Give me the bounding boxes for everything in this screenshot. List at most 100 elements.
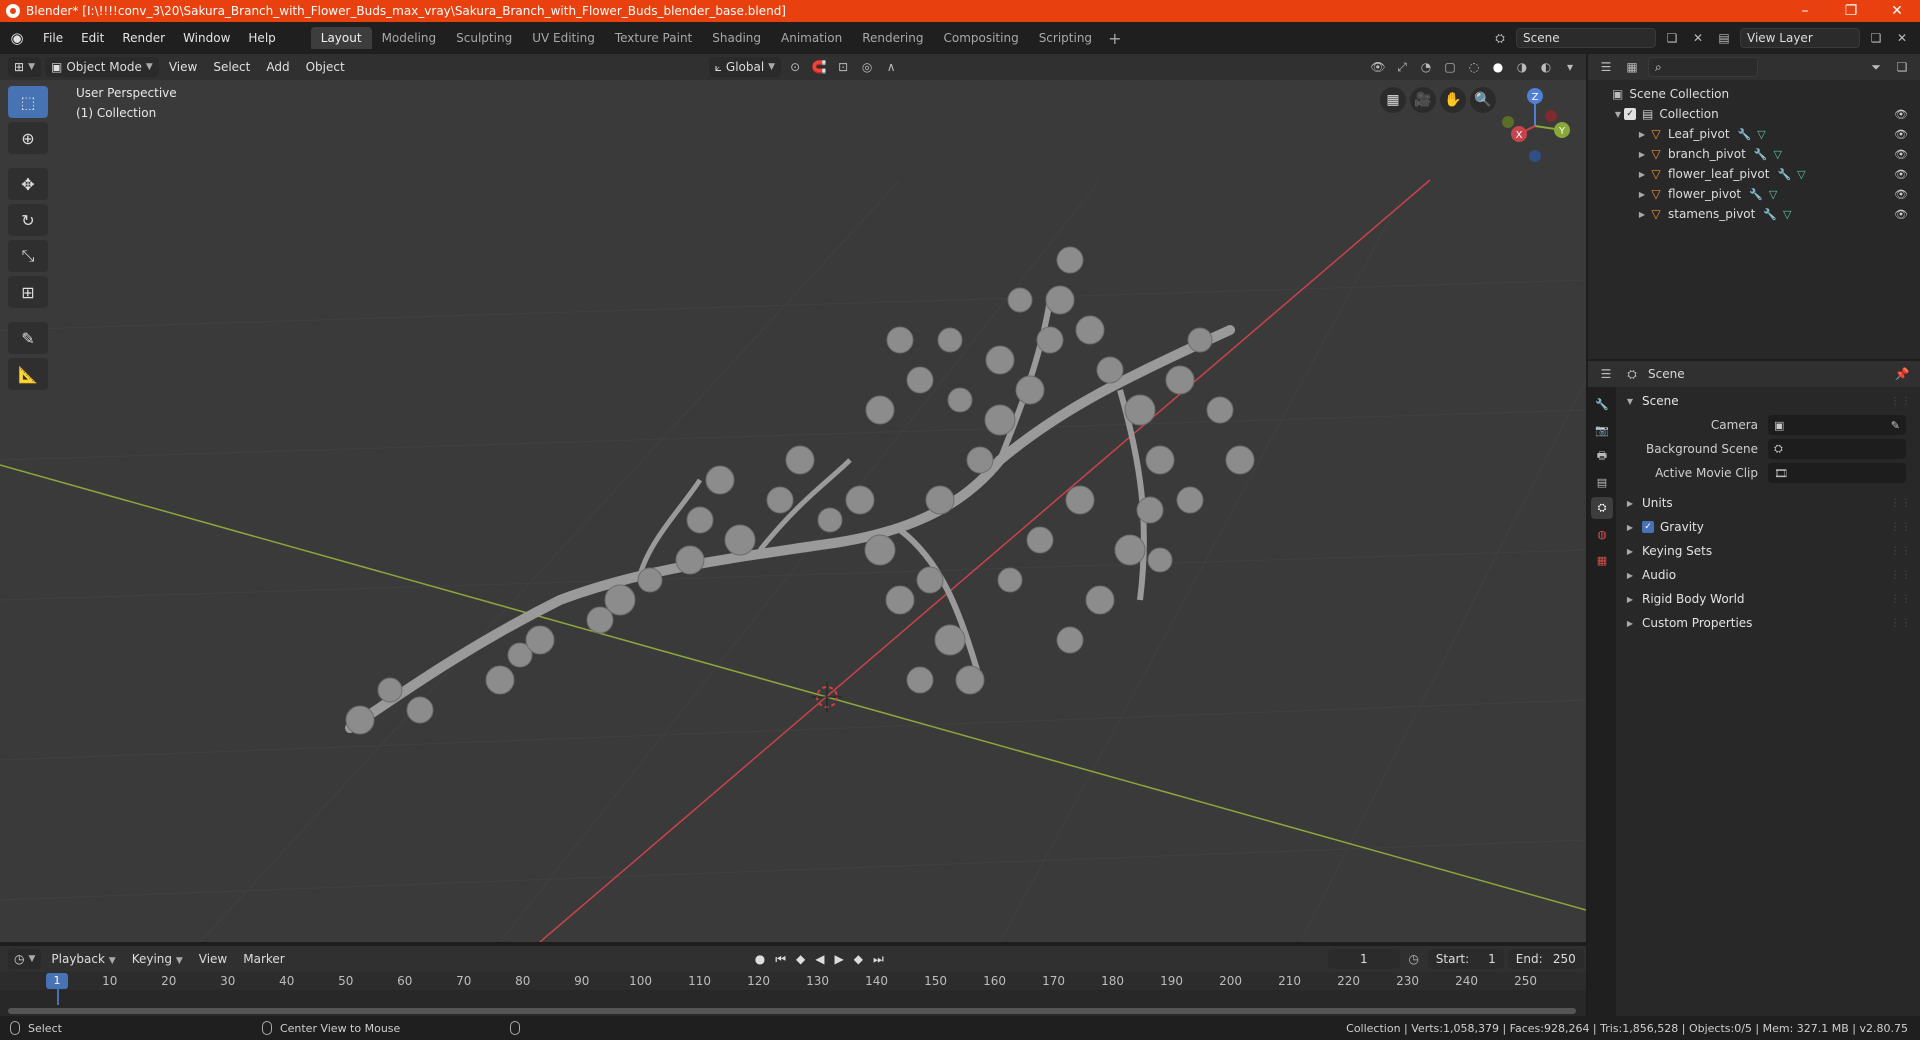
use-preview-range-icon[interactable]: ◷ (1404, 949, 1424, 969)
editor-type-dropdown[interactable]: ⊞ ▼ (8, 57, 41, 77)
pan-hand-icon[interactable]: ✋ (1440, 87, 1466, 113)
expand-triangle-icon[interactable]: ▶ (1636, 170, 1648, 179)
workspace-tab-sculpting[interactable]: Sculpting (446, 27, 522, 49)
overlay-toggle-icon[interactable]: ◔ (1416, 57, 1436, 77)
outliner-row-object[interactable]: ▶ ▽ stamens_pivot 🔧 ▽ 👁 (1588, 204, 1920, 224)
shading-material-icon[interactable]: ◑ (1512, 57, 1532, 77)
play-icon[interactable]: ▶ (835, 952, 844, 966)
blender-logo-icon[interactable]: ◉ (8, 29, 26, 47)
snap-target-icon[interactable]: ⊡ (833, 57, 853, 77)
display-mode-icon[interactable]: ▦ (1622, 57, 1642, 77)
visibility-eye-icon[interactable]: 👁 (1894, 188, 1908, 201)
world-tab-icon[interactable]: ◍ (1591, 523, 1613, 545)
delete-scene-icon[interactable]: ✕ (1688, 28, 1708, 48)
current-frame-indicator[interactable]: 1 (46, 973, 68, 989)
timeline-menu-keying[interactable]: Keying ▼ (126, 952, 189, 966)
add-workspace-icon[interactable]: + (1102, 29, 1127, 48)
xray-toggle-icon[interactable]: ▢ (1440, 57, 1460, 77)
start-frame-field[interactable]: Start: 1 (1427, 949, 1504, 969)
timeline-area[interactable]: 1 10 20 30 40 50 60 70 80 90 100 110 120 130 140 150 160… (0, 972, 1586, 1016)
menu-window[interactable]: Window (174, 27, 239, 49)
workspace-tab-modeling[interactable]: Modeling (372, 27, 447, 49)
delete-view-layer-icon[interactable]: ✕ (1892, 28, 1912, 48)
outliner-row-object[interactable]: ▶ ▽ flower_pivot 🔧 ▽ 👁 (1588, 184, 1920, 204)
frame-ruler[interactable]: 1 10 20 30 40 50 60 70 80 90 100 110 120 130 140 150 160… (0, 972, 1586, 990)
view-layer-tab-icon[interactable]: ▤ (1591, 471, 1613, 493)
outliner-row-object[interactable]: ▶ ▽ flower_leaf_pivot 🔧 ▽ 👁 (1588, 164, 1920, 184)
outliner-row-collection[interactable]: ▼ ✓ ▤ Collection 👁 (1588, 104, 1920, 124)
timeline-scrollbar[interactable] (8, 1008, 1576, 1014)
pivot-point-icon[interactable]: ⊙ (785, 57, 805, 77)
expand-triangle-icon[interactable]: ▼ (1612, 110, 1624, 119)
output-tab-icon[interactable]: 🖶 (1591, 445, 1613, 467)
play-reverse-icon[interactable]: ◀ (815, 952, 824, 966)
units-panel-header[interactable]: ▶ Units ⋮⋮ (1618, 491, 1918, 515)
audio-panel-header[interactable]: ▶ Audio ⋮⋮ (1618, 563, 1918, 587)
gravity-checkbox[interactable]: ✓ (1642, 521, 1654, 533)
visibility-eye-icon[interactable]: 👁 (1894, 148, 1908, 161)
sakura-branch-model[interactable] (345, 246, 1255, 735)
menu-file[interactable]: File (34, 27, 72, 49)
falloff-icon[interactable]: ∧ (881, 57, 901, 77)
shading-solid-icon[interactable]: ● (1488, 57, 1508, 77)
expand-triangle-icon[interactable]: ▶ (1636, 210, 1648, 219)
pin-icon[interactable]: 📌 (1892, 364, 1912, 384)
navigation-gizmo[interactable]: Z Y X (1502, 88, 1570, 162)
timeline-editor-dropdown[interactable]: ◷ ▼ (8, 949, 42, 969)
jump-end-icon[interactable]: ⏭ (873, 952, 884, 967)
zoom-icon[interactable]: 🔍 (1470, 87, 1496, 113)
viewport-menu-object[interactable]: Object (300, 57, 351, 77)
measure-tool-icon[interactable]: 📐 (8, 358, 48, 390)
visibility-eye-icon[interactable]: 👁 (1894, 208, 1908, 221)
background-scene-field[interactable]: ⛭ (1768, 439, 1906, 459)
proportional-edit-icon[interactable]: ◎ (857, 57, 877, 77)
viewport-menu-select[interactable]: Select (207, 57, 256, 77)
outliner-row-object[interactable]: ▶ ▽ branch_pivot 🔧 ▽ 👁 (1588, 144, 1920, 164)
record-icon[interactable]: ● (755, 952, 765, 966)
minimize-button[interactable]: – (1782, 3, 1828, 19)
outliner-row-object[interactable]: ▶ ▽ Leaf_pivot 🔧 ▽ 👁 (1588, 124, 1920, 144)
shading-options-icon[interactable]: ▾ (1560, 57, 1580, 77)
end-frame-field[interactable]: End: 250 (1507, 949, 1584, 969)
new-view-layer-icon[interactable]: ❏ (1866, 28, 1886, 48)
rigid-body-world-panel-header[interactable]: ▶ Rigid Body World ⋮⋮ (1618, 587, 1918, 611)
outliner-search-input[interactable]: ⌕ (1648, 57, 1758, 77)
expand-triangle-icon[interactable]: ▶ (1636, 150, 1648, 159)
camera-field[interactable]: ▣ ✎ (1768, 415, 1906, 435)
transform-tool-icon[interactable]: ⊞ (8, 276, 48, 308)
annotate-tool-icon[interactable]: ✎ (8, 322, 48, 354)
active-movie-clip-field[interactable]: 🎞 (1768, 463, 1906, 483)
texture-tab-icon[interactable]: ▦ (1591, 549, 1613, 571)
outliner-editor-icon[interactable]: ☰ (1596, 57, 1616, 77)
new-scene-icon[interactable]: ❏ (1662, 28, 1682, 48)
menu-render[interactable]: Render (113, 27, 174, 49)
visibility-icon[interactable]: 👁 (1368, 57, 1388, 77)
shading-rendered-icon[interactable]: ◐ (1536, 57, 1556, 77)
prev-keyframe-icon[interactable]: ◆ (796, 952, 805, 966)
scene-tab-icon[interactable]: ⛭ (1591, 497, 1613, 519)
rotate-tool-icon[interactable]: ↻ (8, 204, 48, 236)
filter-icon[interactable]: ⏷ (1866, 57, 1886, 77)
viewport-menu-add[interactable]: Add (260, 57, 295, 77)
keying-sets-panel-header[interactable]: ▶ Keying Sets ⋮⋮ (1618, 539, 1918, 563)
workspace-tab-layout[interactable]: Layout (310, 27, 372, 49)
current-frame-field[interactable]: 1 (1327, 949, 1400, 969)
gravity-panel-header[interactable]: ▶ ✓ Gravity ⋮⋮ (1618, 515, 1918, 539)
eyedropper-icon[interactable]: ✎ (1891, 419, 1900, 432)
timeline-menu-playback[interactable]: Playback ▼ (45, 952, 121, 966)
mode-dropdown[interactable]: ▣ Object Mode ▼ (44, 57, 159, 77)
view-layer-selector-icon[interactable]: ▤ (1714, 28, 1734, 48)
cursor-tool-icon[interactable]: ⊕ (8, 122, 48, 154)
workspace-tab-rendering[interactable]: Rendering (852, 27, 933, 49)
camera-view-icon[interactable]: 🎥 (1410, 87, 1436, 113)
render-tab-icon[interactable]: 📷 (1591, 419, 1613, 441)
timeline-menu-marker[interactable]: Marker (237, 952, 290, 966)
outliner-row-scene-collection[interactable]: ▣ Scene Collection (1588, 84, 1920, 104)
shading-wireframe-icon[interactable]: ◌ (1464, 57, 1484, 77)
workspace-tab-uv-editing[interactable]: UV Editing (522, 27, 605, 49)
workspace-tab-compositing[interactable]: Compositing (933, 27, 1028, 49)
tool-tab-icon[interactable]: 🔧 (1591, 393, 1613, 415)
collection-checkbox[interactable]: ✓ (1624, 108, 1636, 120)
visibility-eye-icon[interactable]: 👁 (1894, 128, 1908, 141)
workspace-tab-texture-paint[interactable]: Texture Paint (605, 27, 702, 49)
